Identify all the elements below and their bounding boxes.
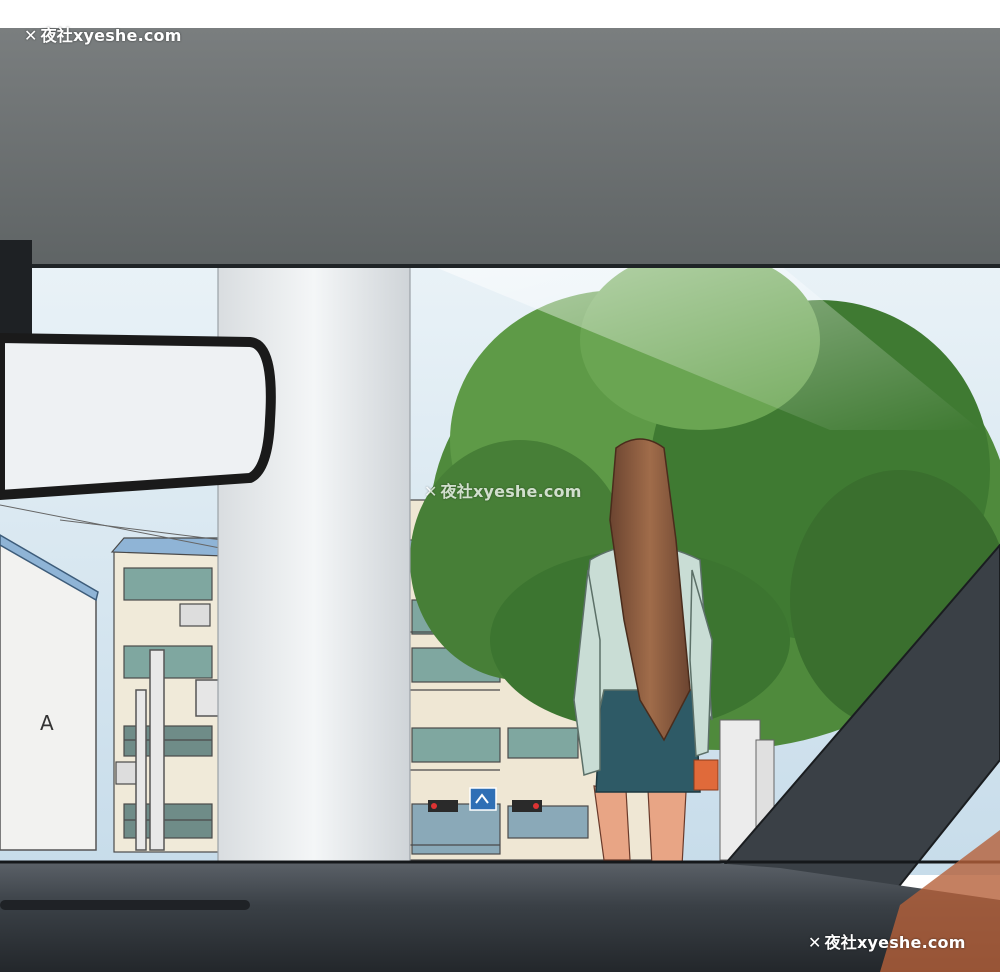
building-sign-letter: A xyxy=(40,711,54,735)
watermark-middle: ✕ 夜社xyeshe.com xyxy=(424,482,582,501)
watermark-mark-icon: ✕ xyxy=(808,933,822,952)
watermark-top: ✕ 夜社xyeshe.com xyxy=(24,26,182,45)
dashboard xyxy=(0,862,1000,972)
watermark-mark-icon: ✕ xyxy=(24,26,38,45)
car-headliner xyxy=(0,28,1000,266)
watermark-bottom: ✕ 夜社xyeshe.com xyxy=(808,933,966,952)
watermark-mark-icon: ✕ xyxy=(424,482,438,501)
traffic-sign-icon xyxy=(469,787,497,811)
